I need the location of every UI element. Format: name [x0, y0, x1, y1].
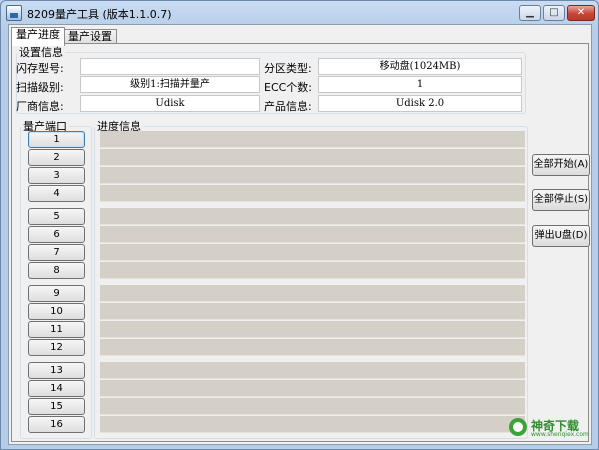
scan-level-label: 扫描级别: [16, 81, 64, 94]
port-button-12[interactable]: 12 [28, 339, 85, 356]
flash-type-label: 闪存型号: [16, 62, 64, 75]
app-icon [6, 5, 22, 21]
client-area: 量产进度 量产设置 设置信息 闪存型号: 分区类型: 移动盘(1024MB) 扫… [8, 24, 592, 445]
port-button-6[interactable]: 6 [28, 226, 85, 243]
title-bar[interactable]: 8209量产工具 (版本1.1.0.7) ▁ □ ✕ [1, 1, 598, 25]
progress-row-7 [100, 244, 525, 261]
scan-level-field: 级别1:扫描并量产 [80, 76, 260, 93]
stop-all-button[interactable]: 全部停止(S) [532, 189, 590, 211]
flash-type-field [80, 58, 260, 75]
port-button-2[interactable]: 2 [28, 149, 85, 166]
port-button-4[interactable]: 4 [28, 185, 85, 202]
partition-type-field: 移动盘(1024MB) [318, 58, 522, 75]
close-button[interactable]: ✕ [567, 5, 595, 21]
watermark: 神奇下载 www.shenqiex.com [509, 415, 589, 441]
app-window: 8209量产工具 (版本1.1.0.7) ▁ □ ✕ 量产进度 量产设置 设置信… [0, 0, 599, 450]
window-title: 8209量产工具 (版本1.1.0.7) [27, 8, 172, 21]
progress-row-12 [100, 339, 525, 356]
progress-row-3 [100, 167, 525, 184]
port-button-1[interactable]: 1 [28, 131, 85, 148]
port-button-3[interactable]: 3 [28, 167, 85, 184]
ecc-count-field: 1 [318, 76, 522, 93]
progress-row-14 [100, 380, 525, 397]
port-button-13[interactable]: 13 [28, 362, 85, 379]
progress-row-11 [100, 321, 525, 338]
progress-row-8 [100, 262, 525, 279]
progress-row-16 [100, 416, 525, 433]
progress-row-1 [100, 131, 525, 148]
tab-panel: 设置信息 闪存型号: 分区类型: 移动盘(1024MB) 扫描级别: 级别1:扫… [11, 43, 590, 442]
partition-type-label: 分区类型: [264, 62, 312, 75]
port-button-15[interactable]: 15 [28, 398, 85, 415]
port-button-14[interactable]: 14 [28, 380, 85, 397]
progress-row-13 [100, 362, 525, 379]
minimize-button[interactable]: ▁ [519, 5, 541, 21]
port-button-5[interactable]: 5 [28, 208, 85, 225]
port-button-10[interactable]: 10 [28, 303, 85, 320]
progress-row-15 [100, 398, 525, 415]
port-button-16[interactable]: 16 [28, 416, 85, 433]
settings-legend: 设置信息 [19, 46, 63, 59]
progress-row-10 [100, 303, 525, 320]
vendor-info-label: 厂商信息: [16, 100, 64, 113]
progress-row-2 [100, 149, 525, 166]
ecc-count-label: ECC个数: [264, 81, 313, 94]
product-info-field: Udisk 2.0 [318, 95, 522, 112]
vendor-info-field: Udisk [80, 95, 260, 112]
watermark-url: www.shenqiex.com [531, 431, 589, 438]
progress-row-9 [100, 285, 525, 302]
shenqi-logo-icon [509, 418, 527, 436]
port-button-7[interactable]: 7 [28, 244, 85, 261]
port-button-11[interactable]: 11 [28, 321, 85, 338]
tab-production-progress[interactable]: 量产进度 [11, 27, 65, 46]
progress-row-5 [100, 208, 525, 225]
progress-row-6 [100, 226, 525, 243]
port-button-8[interactable]: 8 [28, 262, 85, 279]
product-info-label: 产品信息: [264, 100, 312, 113]
start-all-button[interactable]: 全部开始(A) [532, 154, 590, 176]
port-button-9[interactable]: 9 [28, 285, 85, 302]
eject-usb-button[interactable]: 弹出U盘(D) [532, 225, 590, 247]
maximize-button[interactable]: □ [543, 5, 565, 21]
progress-row-4 [100, 185, 525, 202]
